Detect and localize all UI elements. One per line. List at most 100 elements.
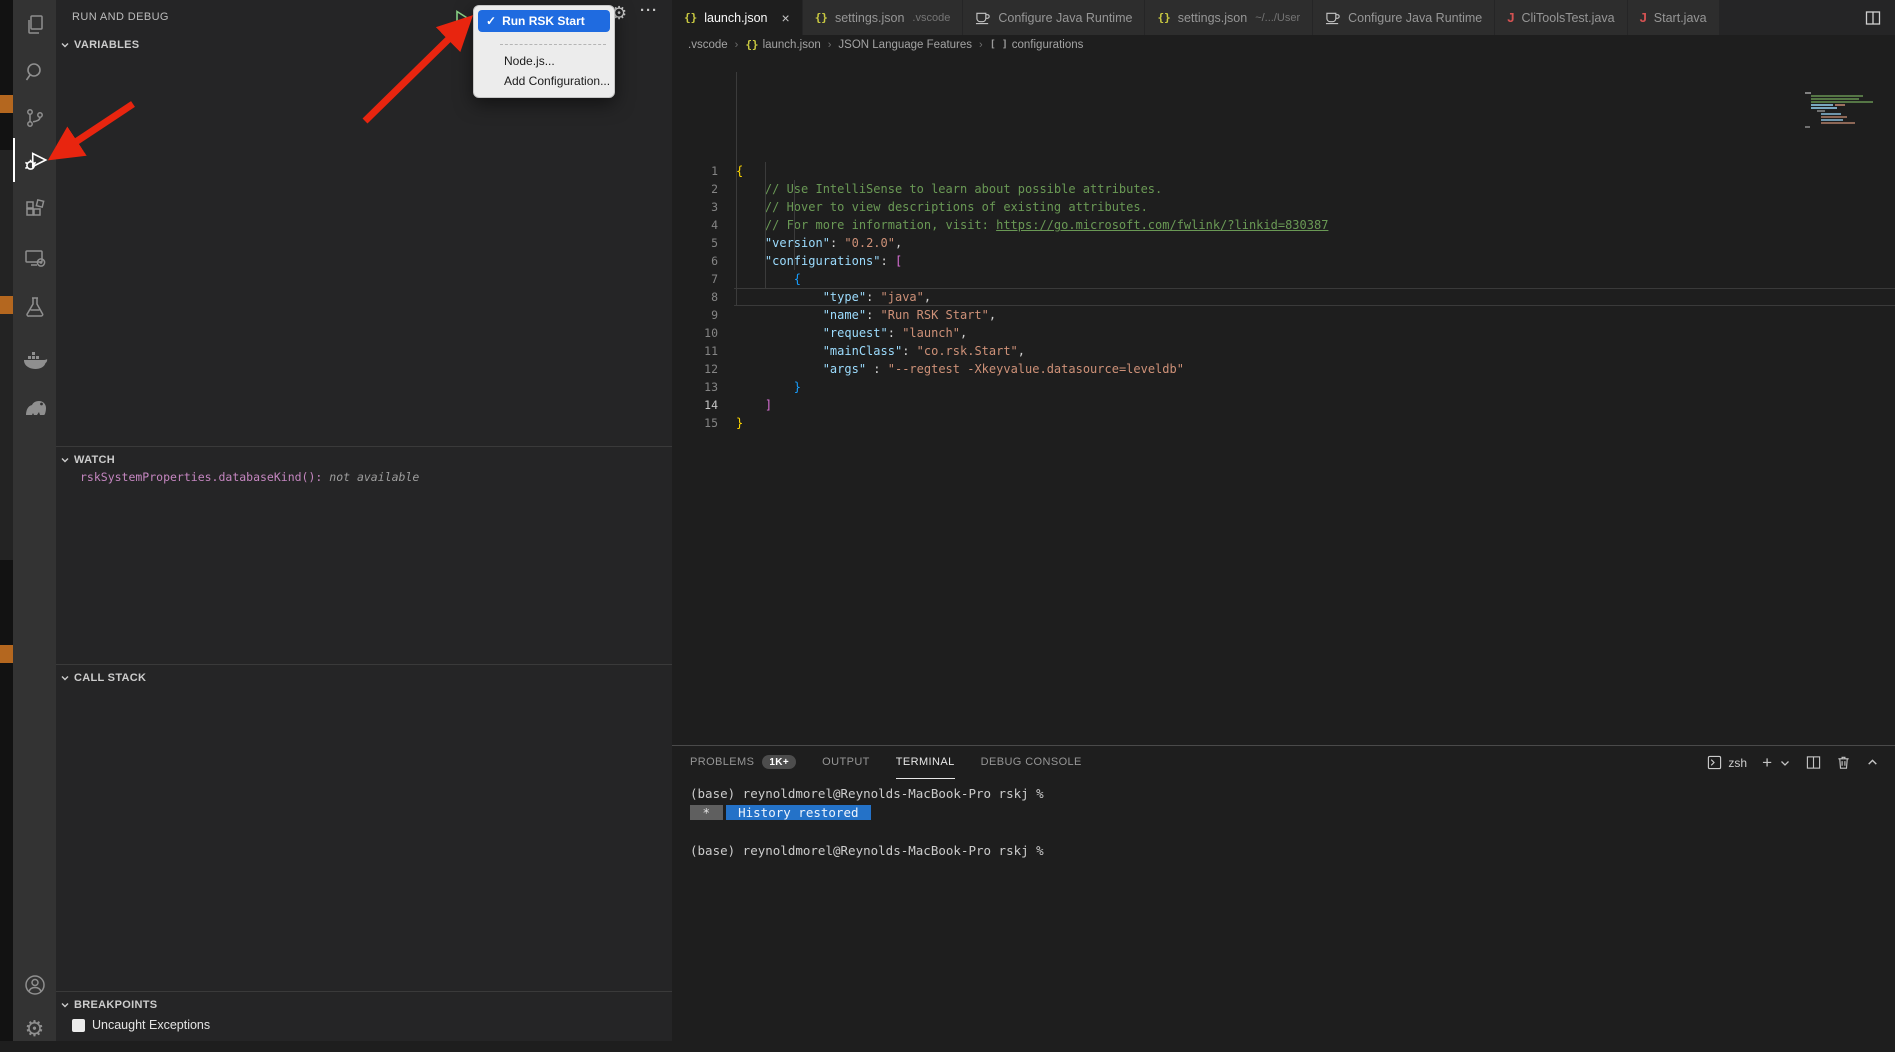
tab-configure-java-runtime[interactable]: Configure Java Runtime [1313,0,1495,35]
json-braces-icon: {} [815,11,828,24]
panel-tab-problems[interactable]: PROBLEMS1K+ [690,746,796,779]
breadcrumb-item[interactable]: .vscode [688,39,728,51]
uncaught-exceptions-checkbox[interactable] [72,1019,85,1032]
json-braces-icon: {} [684,11,697,24]
split-editor-icon[interactable] [1851,0,1895,35]
remote-explorer-icon[interactable] [13,236,56,280]
variables-section-header[interactable]: VARIABLES [60,34,139,56]
tab-start-java[interactable]: JStart.java [1628,0,1720,35]
history-restored-badge: History restored [726,805,871,820]
menu-item-add-configuration[interactable]: Add Configuration... [474,71,614,91]
tab-label: settings.json [1178,11,1247,25]
minimap[interactable] [1803,54,1879,96]
code-line-12[interactable]: 12 "args" : "--regtest -Xkeyvalue.dataso… [672,360,1895,378]
line-number: 1 [672,162,734,180]
watch-section-header[interactable]: WATCH [60,449,115,471]
line-content: // Use IntelliSense to learn about possi… [734,180,1162,198]
panel-tab-debug-console[interactable]: DEBUG CONSOLE [981,746,1082,779]
tab-bar: {}launch.json×{}settings.json.vscode Conf… [672,0,1895,35]
line-content: } [734,414,743,432]
gradle-elephant-icon[interactable] [13,385,56,429]
code-line-15[interactable]: 15} [672,414,1895,432]
watch-expression-row[interactable]: rskSystemProperties.databaseKind(): not … [80,470,419,484]
testing-beaker-icon[interactable] [13,285,56,329]
code-line-2[interactable]: 2 // Use IntelliSense to learn about pos… [672,180,1895,198]
line-content: "name": "Run RSK Start", [734,306,996,324]
split-terminal-icon[interactable] [1806,755,1821,770]
tab-configure-java-runtime[interactable]: Configure Java Runtime [963,0,1145,35]
settings-gear-icon[interactable]: ⚙ [13,1008,56,1052]
line-content: "configurations": [ [734,252,902,270]
call-stack-section-header[interactable]: CALL STACK [60,667,146,689]
activity-bar: ⚙ [13,0,56,1041]
selected-configuration-label: Run RSK Start [502,14,585,28]
tab-label: Configure Java Runtime [998,11,1132,25]
tab-launch-json[interactable]: {}launch.json× [672,0,803,35]
tab-settings-json[interactable]: {}settings.json.vscode [803,0,964,35]
code-line-6[interactable]: 6 "configurations": [ [672,252,1895,270]
code-line-9[interactable]: 9 "name": "Run RSK Start", [672,306,1895,324]
editor-group: {}launch.json×{}settings.json.vscodeConf… [672,0,1895,1041]
tab-clitoolstest-java[interactable]: JCliToolsTest.java [1495,0,1627,35]
indent-guide [736,72,737,306]
extensions-icon[interactable] [13,188,56,232]
run-and-debug-icon[interactable] [13,138,56,182]
current-line-highlight [734,288,1895,306]
code-line-14[interactable]: 14 ] [672,396,1895,414]
code-line-5[interactable]: 5 "version": "0.2.0", [672,234,1895,252]
java-runtime-cup-icon [975,10,991,25]
code-line-1[interactable]: 1{ [672,162,1895,180]
code-line-4[interactable]: 4 // For more information, visit: https:… [672,216,1895,234]
shell-label: zsh [1728,756,1747,770]
docker-icon[interactable] [13,338,56,382]
code-line-10[interactable]: 10 "request": "launch", [672,324,1895,342]
tab-settings-json[interactable]: {}settings.json~/.../User [1145,0,1313,35]
panel-header: PROBLEMS1K+ OUTPUT TERMINAL DEBUG CONSOLE z… [672,746,1895,779]
menu-item-nodejs[interactable]: Node.js... [474,51,614,71]
line-number: 2 [672,180,734,198]
terminal-dropdown-chevron-icon[interactable] [1779,757,1791,769]
close-tab-icon[interactable]: × [782,11,790,25]
more-actions-icon[interactable]: ··· [640,2,658,19]
panel-actions: zsh + [1707,746,1895,779]
chevron-down-icon [60,673,70,683]
breadcrumb-separator: › [735,39,739,51]
kill-terminal-trash-icon[interactable] [1836,755,1851,770]
line-number: 4 [672,216,734,234]
breadcrumb-item[interactable]: {}launch.json [745,38,820,51]
explorer-icon[interactable] [13,3,56,47]
debug-start-button[interactable] [455,10,470,27]
accounts-icon[interactable] [13,963,56,1007]
code-line-3[interactable]: 3 // Hover to view descriptions of exist… [672,198,1895,216]
code-line-11[interactable]: 11 "mainClass": "co.rsk.Start", [672,342,1895,360]
new-terminal-icon[interactable]: + [1762,754,1772,771]
terminal-output[interactable]: (base) reynoldmorel@Reynolds-MacBook-Pro… [690,784,1895,860]
breadcrumb-item[interactable]: [ ]configurations [990,39,1084,51]
panel-tab-output[interactable]: OUTPUT [822,746,870,779]
code-line-7[interactable]: 7 { [672,270,1895,288]
line-content: { [734,270,801,288]
panel-tab-terminal[interactable]: TERMINAL [896,746,955,779]
line-content: ] [734,396,772,414]
breakpoints-section-header[interactable]: BREAKPOINTS [60,994,157,1016]
tab-detail: ~/.../User [1255,12,1300,24]
line-content: "version": "0.2.0", [734,234,902,252]
maximize-panel-chevron-icon[interactable] [1866,756,1879,769]
menu-item-selected[interactable]: ✓ Run RSK Start [478,10,610,32]
terminal-shell-item[interactable]: zsh [1707,755,1747,770]
background-sliver-accent [0,645,13,663]
breadcrumb-item[interactable]: JSON Language Features [838,39,972,51]
line-content: // Hover to view descriptions of existin… [734,198,1148,216]
search-icon[interactable] [13,50,56,94]
line-number: 6 [672,252,734,270]
chevron-down-icon [60,455,70,465]
tab-bar-spacer [1720,0,1851,35]
line-number: 5 [672,234,734,252]
source-control-icon[interactable] [13,96,56,140]
terminal-line: (base) reynoldmorel@Reynolds-MacBook-Pro… [690,784,1895,803]
line-number: 3 [672,198,734,216]
code-editor[interactable]: 1{2 // Use IntelliSense to learn about p… [672,54,1895,745]
java-file-icon: J [1507,10,1514,25]
code-line-13[interactable]: 13 } [672,378,1895,396]
breakpoint-label: Uncaught Exceptions [92,1018,210,1032]
